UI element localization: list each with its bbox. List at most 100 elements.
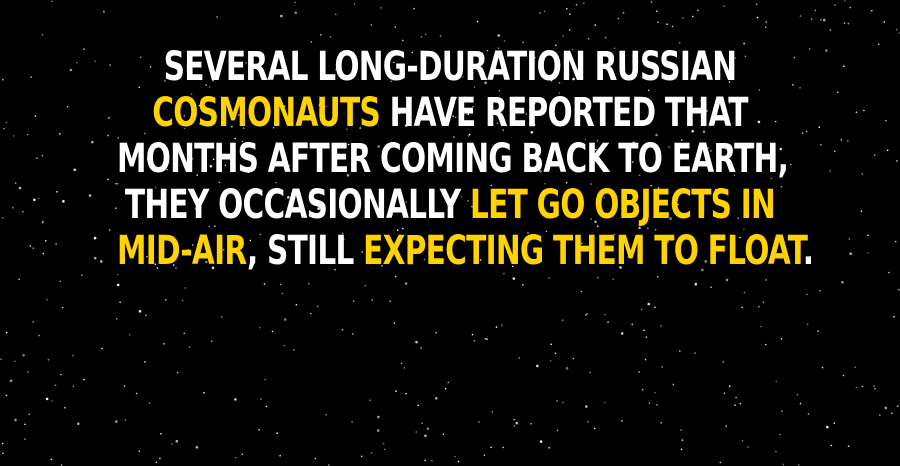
star-dot	[30, 76, 32, 78]
fact-line-1-text: SEVERAL LONG-DURATION RUSSIAN	[163, 44, 737, 90]
star-dot	[280, 283, 282, 286]
fact-line-2-text: HAVE REPORTED THAT	[380, 90, 749, 136]
star-dot	[873, 385, 875, 387]
star-dot	[743, 291, 746, 294]
star-dot	[159, 457, 161, 460]
star-dot	[42, 252, 44, 255]
star-dot	[722, 361, 725, 363]
star-dot	[834, 4, 836, 6]
star-dot	[402, 39, 404, 42]
star-dot	[497, 34, 501, 37]
star-dot	[583, 2, 585, 4]
star-dot	[352, 333, 354, 335]
star-dot	[801, 132, 804, 134]
fact-line-3: MONTHS AFTER COMING BACK TO EARTH,	[117, 136, 789, 182]
star-dot	[24, 438, 26, 440]
star-dot	[672, 383, 675, 386]
star-dot	[405, 392, 407, 395]
star-dot	[42, 220, 44, 222]
star-dot	[536, 364, 539, 368]
star-dot	[47, 359, 50, 361]
star-dot	[775, 380, 778, 383]
fact-card: SEVERAL LONG-DURATION RUSSIAN COSMONAUTS…	[0, 0, 900, 466]
star-dot	[2, 79, 4, 81]
star-dot	[491, 411, 494, 413]
star-dot	[645, 336, 648, 338]
star-dot	[265, 405, 268, 408]
fact-line-5-text-a: , STILL	[246, 228, 364, 274]
star-dot	[837, 91, 839, 94]
star-dot	[747, 446, 749, 448]
star-dot	[775, 450, 777, 453]
star-dot	[76, 61, 78, 64]
star-dot	[59, 280, 62, 283]
star-dot	[841, 280, 844, 284]
star-dot	[424, 459, 427, 462]
star-dot	[863, 109, 865, 112]
star-dot	[844, 0, 846, 2]
star-dot	[413, 7, 415, 10]
star-dot	[444, 387, 447, 390]
star-dot	[116, 283, 120, 287]
star-dot	[115, 420, 118, 423]
star-dot	[260, 398, 262, 400]
fact-text: SEVERAL LONG-DURATION RUSSIAN COSMONAUTS…	[117, 44, 814, 274]
star-dot	[780, 338, 783, 340]
star-dot	[502, 446, 505, 449]
star-dot	[569, 13, 571, 15]
star-dot	[329, 36, 332, 38]
star-dot	[404, 282, 408, 285]
star-dot	[283, 318, 287, 321]
star-dot	[163, 343, 165, 345]
star-dot	[810, 18, 813, 20]
star-dot	[680, 448, 683, 451]
star-dot	[550, 343, 552, 346]
highlight-cosmonauts: COSMONAUTS	[152, 90, 381, 136]
star-dot	[648, 402, 651, 404]
star-dot	[556, 429, 559, 432]
star-dot	[77, 422, 80, 426]
star-dot	[263, 283, 266, 285]
star-dot	[756, 16, 759, 19]
star-dot	[586, 312, 588, 315]
star-dot	[603, 401, 606, 404]
star-dot	[203, 391, 205, 394]
star-dot	[873, 154, 876, 156]
star-dot	[580, 290, 583, 293]
star-dot	[1, 442, 4, 445]
star-dot	[195, 446, 199, 449]
star-dot	[654, 392, 656, 394]
star-dot	[694, 282, 698, 286]
star-dot	[539, 12, 541, 14]
star-dot	[694, 352, 696, 354]
star-dot	[513, 425, 516, 427]
star-dot	[490, 446, 492, 449]
star-dot	[34, 115, 37, 117]
star-dot	[22, 353, 25, 357]
star-dot	[138, 450, 141, 453]
star-dot	[799, 15, 802, 17]
star-dot	[871, 9, 873, 12]
star-dot	[829, 29, 832, 31]
star-dot	[710, 286, 712, 289]
star-dot	[568, 29, 571, 31]
star-dot	[0, 358, 2, 361]
star-dot	[258, 429, 260, 431]
star-dot	[833, 150, 836, 153]
star-dot	[165, 299, 167, 301]
star-dot	[549, 359, 552, 362]
star-dot	[447, 381, 450, 384]
star-dot	[483, 454, 486, 457]
star-dot	[734, 404, 736, 407]
star-dot	[64, 406, 66, 409]
star-dot	[781, 410, 783, 413]
star-dot	[457, 460, 460, 463]
star-dot	[135, 392, 138, 395]
star-dot	[879, 414, 881, 416]
star-dot	[847, 22, 850, 25]
star-dot	[820, 144, 822, 146]
star-dot	[556, 399, 558, 402]
star-dot	[395, 390, 397, 392]
star-dot	[394, 275, 397, 278]
star-dot	[849, 252, 852, 255]
